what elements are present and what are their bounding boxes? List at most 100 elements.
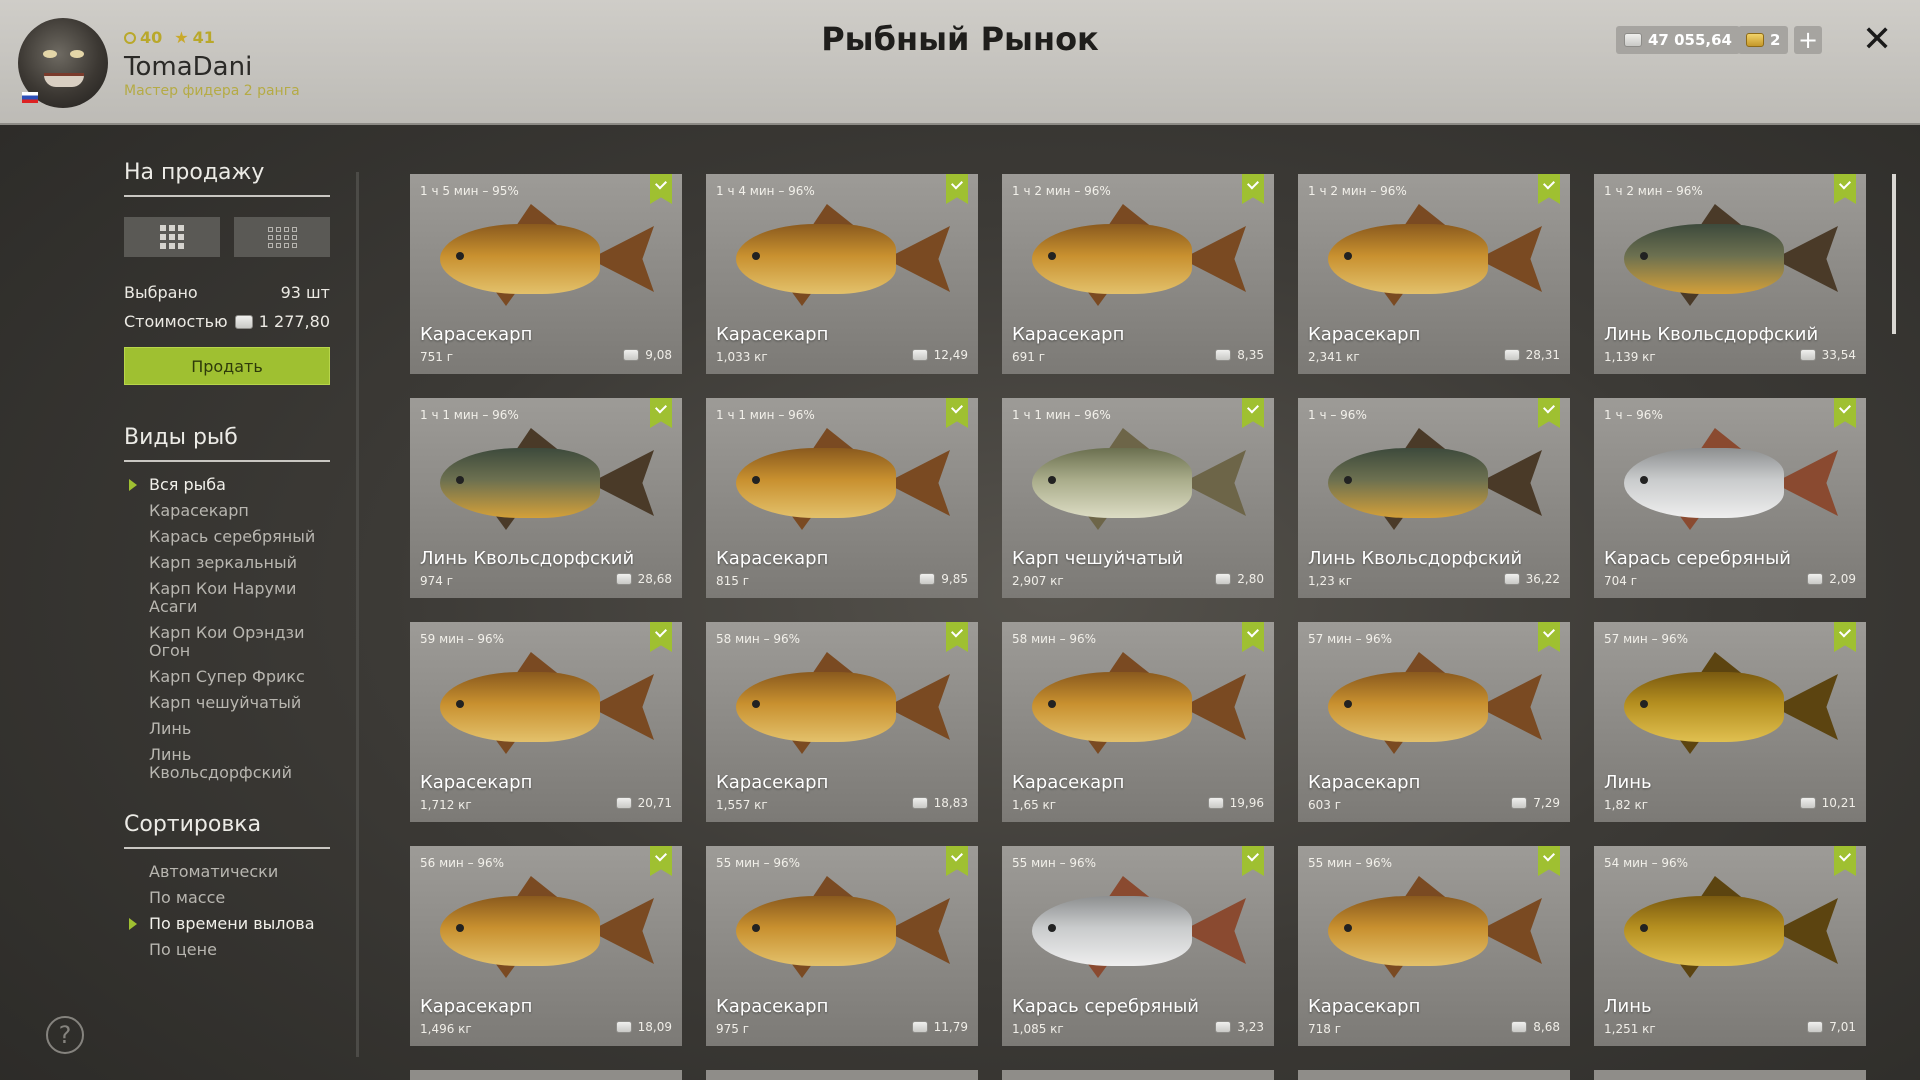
grid-small-icon xyxy=(267,226,297,248)
next-row-card[interactable] xyxy=(1298,1070,1570,1080)
fish-body-icon xyxy=(736,896,896,966)
fish-card[interactable]: 57 мин – 96% Линь 1,82 кг 10,21 xyxy=(1594,622,1866,822)
fish-card[interactable]: 54 мин – 96% Линь 1,251 кг 7,01 xyxy=(1594,846,1866,1046)
fish-card[interactable]: 55 мин – 96% Карасекарп 718 г 8,68 xyxy=(1298,846,1570,1046)
fish-card[interactable]: 1 ч 5 мин – 95% Карасекарп 751 г 9,08 xyxy=(410,174,682,374)
silver-coin-icon xyxy=(1215,349,1232,361)
sort-option[interactable]: По времени вылова xyxy=(124,915,330,933)
fish-card[interactable]: 58 мин – 96% Карасекарп 1,65 кг 19,96 xyxy=(1002,622,1274,822)
selected-check-icon[interactable] xyxy=(1538,174,1560,204)
selected-check-icon[interactable] xyxy=(650,174,672,204)
species-filter-item[interactable]: Карась серебряный xyxy=(124,528,330,546)
catch-time: 59 мин – 96% xyxy=(420,632,505,646)
catch-time: 1 ч – 96% xyxy=(1308,408,1367,422)
add-gold-button[interactable]: + xyxy=(1794,26,1822,54)
next-row-card[interactable] xyxy=(706,1070,978,1080)
selected-check-icon[interactable] xyxy=(1834,846,1856,876)
sort-option[interactable]: Автоматически xyxy=(124,863,330,881)
sell-button[interactable]: Продать xyxy=(124,347,330,385)
fish-price: 28,68 xyxy=(615,572,672,586)
selected-check-icon[interactable] xyxy=(1538,398,1560,428)
fish-card[interactable]: 55 мин – 96% Карась серебряный 1,085 кг 3,2… xyxy=(1002,846,1274,1046)
silver-coin-icon xyxy=(1799,797,1816,809)
next-row-card[interactable] xyxy=(1002,1070,1274,1080)
next-row-card[interactable] xyxy=(410,1070,682,1080)
fish-card[interactable]: 1 ч 1 мин – 96% Линь Квольсдорфский 974 г 2… xyxy=(410,398,682,598)
fish-card[interactable]: 1 ч – 96% Карась серебряный 704 г 2,09 xyxy=(1594,398,1866,598)
catch-time: 57 мин – 96% xyxy=(1604,632,1689,646)
selected-check-icon[interactable] xyxy=(1242,174,1264,204)
selected-check-icon[interactable] xyxy=(1538,846,1560,876)
grid-large-icon xyxy=(160,225,184,249)
fish-eye-icon xyxy=(1048,700,1056,708)
fish-image xyxy=(1318,428,1550,538)
fish-weight: 1,496 кг xyxy=(420,1022,472,1036)
fish-card[interactable]: 55 мин – 96% Карасекарп 975 г 11,79 xyxy=(706,846,978,1046)
scrollbar[interactable] xyxy=(1892,174,1896,334)
fish-card[interactable]: 1 ч 2 мин – 96% Линь Квольсдорфский 1,139 … xyxy=(1594,174,1866,374)
fish-image xyxy=(1022,428,1254,538)
selected-check-icon[interactable] xyxy=(946,622,968,652)
fish-card[interactable]: 1 ч 4 мин – 96% Карасекарп 1,033 кг 12,49 xyxy=(706,174,978,374)
species-filter-item[interactable]: Вся рыба xyxy=(124,476,330,494)
next-row-card[interactable] xyxy=(1594,1070,1866,1080)
species-filter-item[interactable]: Линь xyxy=(124,720,330,738)
fish-name: Линь xyxy=(1604,996,1652,1017)
fish-grid: 1 ч 5 мин – 95% Карасекарп 751 г 9,08 1 ч 4 … xyxy=(410,174,1866,1046)
species-filter-item[interactable]: Линь Квольсдорфский xyxy=(124,746,330,782)
sort-heading: Сортировка xyxy=(124,812,330,849)
fish-card[interactable]: 1 ч – 96% Линь Квольсдорфский 1,23 кг 36,22 xyxy=(1298,398,1570,598)
fish-tail-icon xyxy=(596,450,654,516)
catch-time: 55 мин – 96% xyxy=(1308,856,1393,870)
silver-coin-icon xyxy=(1807,1021,1824,1033)
selected-check-icon[interactable] xyxy=(1538,622,1560,652)
sort-option[interactable]: По массе xyxy=(124,889,330,907)
selected-check-icon[interactable] xyxy=(1242,846,1264,876)
selected-check-icon[interactable] xyxy=(1834,174,1856,204)
fish-card[interactable]: 57 мин – 96% Карасекарп 603 г 7,29 xyxy=(1298,622,1570,822)
selected-check-icon[interactable] xyxy=(1834,398,1856,428)
fish-tail-icon xyxy=(892,450,950,516)
selected-check-icon[interactable] xyxy=(946,174,968,204)
fish-tail-icon xyxy=(1484,898,1542,964)
selected-check-icon[interactable] xyxy=(946,846,968,876)
selected-check-icon[interactable] xyxy=(1242,622,1264,652)
fish-card[interactable]: 56 мин – 96% Карасекарп 1,496 кг 18,09 xyxy=(410,846,682,1046)
fish-card[interactable]: 1 ч 2 мин – 96% Карасекарп 691 г 8,35 xyxy=(1002,174,1274,374)
fish-card[interactable]: 59 мин – 96% Карасекарп 1,712 кг 20,71 xyxy=(410,622,682,822)
selected-check-icon[interactable] xyxy=(946,398,968,428)
species-filter-item[interactable]: Карп чешуйчатый xyxy=(124,694,330,712)
help-button[interactable]: ? xyxy=(46,1016,84,1054)
fish-name: Линь xyxy=(1604,772,1652,793)
selected-check-icon[interactable] xyxy=(1242,398,1264,428)
sort-option[interactable]: По цене xyxy=(124,941,330,959)
player-rank: Мастер фидера 2 ранга xyxy=(124,83,300,99)
fish-card[interactable]: 58 мин – 96% Карасекарп 1,557 кг 18,83 xyxy=(706,622,978,822)
fish-eye-icon xyxy=(752,924,760,932)
silver-coin-icon xyxy=(911,797,928,809)
fish-name: Карасекарп xyxy=(716,772,829,793)
species-filter-item[interactable]: Карп зеркальный xyxy=(124,554,330,572)
fish-price: 8,35 xyxy=(1215,348,1264,362)
selected-check-icon[interactable] xyxy=(650,398,672,428)
species-filter-item[interactable]: Карп Супер Фрикс xyxy=(124,668,330,686)
catch-time: 1 ч 1 мин – 96% xyxy=(716,408,815,422)
fish-eye-icon xyxy=(1048,924,1056,932)
fish-card[interactable]: 1 ч 1 мин – 96% Карп чешуйчатый 2,907 кг 2,… xyxy=(1002,398,1274,598)
species-filter-item[interactable]: Карп Кои Орэндзи Огон xyxy=(124,624,330,660)
silver-coin-icon xyxy=(615,797,632,809)
species-filter-item[interactable]: Карп Кои Наруми Асаги xyxy=(124,580,330,616)
selected-check-icon[interactable] xyxy=(1834,622,1856,652)
cost-row: Стоимостью 1 277,80 xyxy=(124,312,330,331)
fish-image xyxy=(726,204,958,314)
fish-card[interactable]: 1 ч 1 мин – 96% Карасекарп 815 г 9,85 xyxy=(706,398,978,598)
selected-check-icon[interactable] xyxy=(650,846,672,876)
grid-large-view-button[interactable] xyxy=(124,217,220,257)
fish-card[interactable]: 1 ч 2 мин – 96% Карасекарп 2,341 кг 28,31 xyxy=(1298,174,1570,374)
fish-name: Линь Квольсдорфский xyxy=(1308,548,1523,569)
selected-check-icon[interactable] xyxy=(650,622,672,652)
fish-body-icon xyxy=(1328,896,1488,966)
grid-small-view-button[interactable] xyxy=(234,217,330,257)
species-filter-item[interactable]: Карасекарп xyxy=(124,502,330,520)
close-button[interactable]: ✕ xyxy=(1862,20,1892,60)
